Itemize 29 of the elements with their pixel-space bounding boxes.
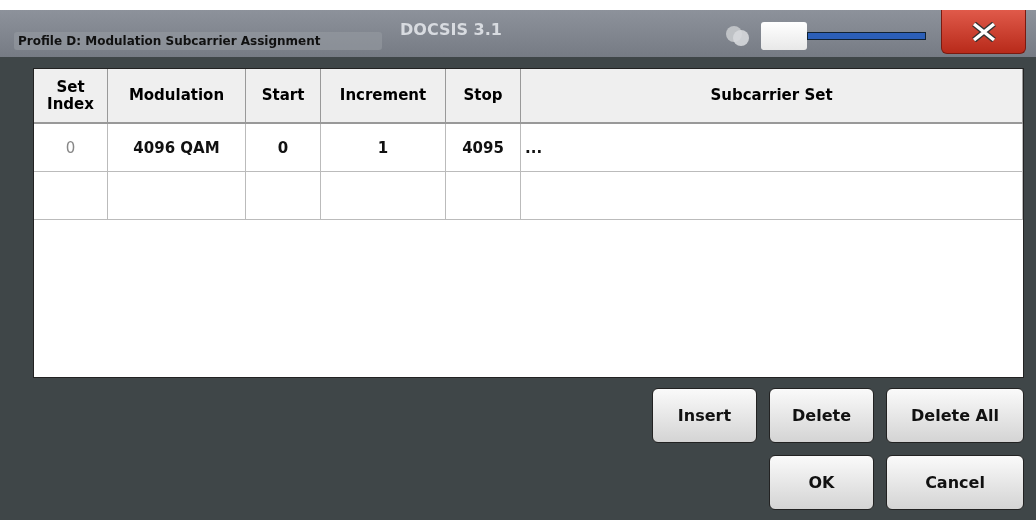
table-cell[interactable] <box>521 172 1023 220</box>
column-header: Set Index <box>34 69 108 124</box>
transparency-icon <box>725 25 751 47</box>
table-cell[interactable]: 1 <box>321 124 446 172</box>
table-cell[interactable] <box>321 172 446 220</box>
table-cell[interactable]: 4096 QAM <box>108 124 246 172</box>
table-cell[interactable] <box>108 172 246 220</box>
transparency-slider[interactable] <box>761 22 926 50</box>
dialog-button[interactable]: Insert <box>652 388 757 443</box>
dialog-title: Profile D: Modulation Subcarrier Assignment <box>14 31 382 50</box>
table-cell[interactable]: 0 <box>246 124 321 172</box>
column-header: Stop <box>446 69 521 124</box>
dialog-button[interactable]: Cancel <box>886 455 1024 510</box>
table-cell[interactable]: 0 <box>34 124 108 172</box>
dialog-button[interactable]: Delete <box>769 388 874 443</box>
table-cell[interactable]: ... <box>521 124 1023 172</box>
dialog-button[interactable]: Delete All <box>886 388 1024 443</box>
table-cell[interactable]: 4095 <box>446 124 521 172</box>
slider-thumb[interactable] <box>761 22 807 50</box>
column-header: Subcarrier Set <box>521 69 1023 124</box>
close-icon <box>970 21 997 42</box>
table-cell[interactable] <box>246 172 321 220</box>
table-cell[interactable] <box>446 172 521 220</box>
table-cell[interactable] <box>34 172 108 220</box>
close-button[interactable] <box>941 10 1026 54</box>
column-header: Increment <box>321 69 446 124</box>
column-header: Start <box>246 69 321 124</box>
dialog-button[interactable]: OK <box>769 455 874 510</box>
column-header: Modulation <box>108 69 246 124</box>
